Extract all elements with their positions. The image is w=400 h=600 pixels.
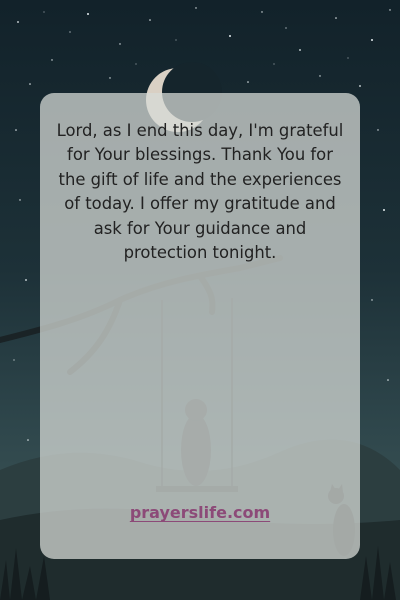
night-sky-background: Lord, as I end this day, I'm grateful fo…: [0, 0, 400, 600]
prayer-card: Lord, as I end this day, I'm grateful fo…: [40, 93, 360, 559]
prayer-text: Lord, as I end this day, I'm grateful fo…: [56, 121, 344, 263]
website-link[interactable]: prayerslife.com: [40, 503, 360, 522]
